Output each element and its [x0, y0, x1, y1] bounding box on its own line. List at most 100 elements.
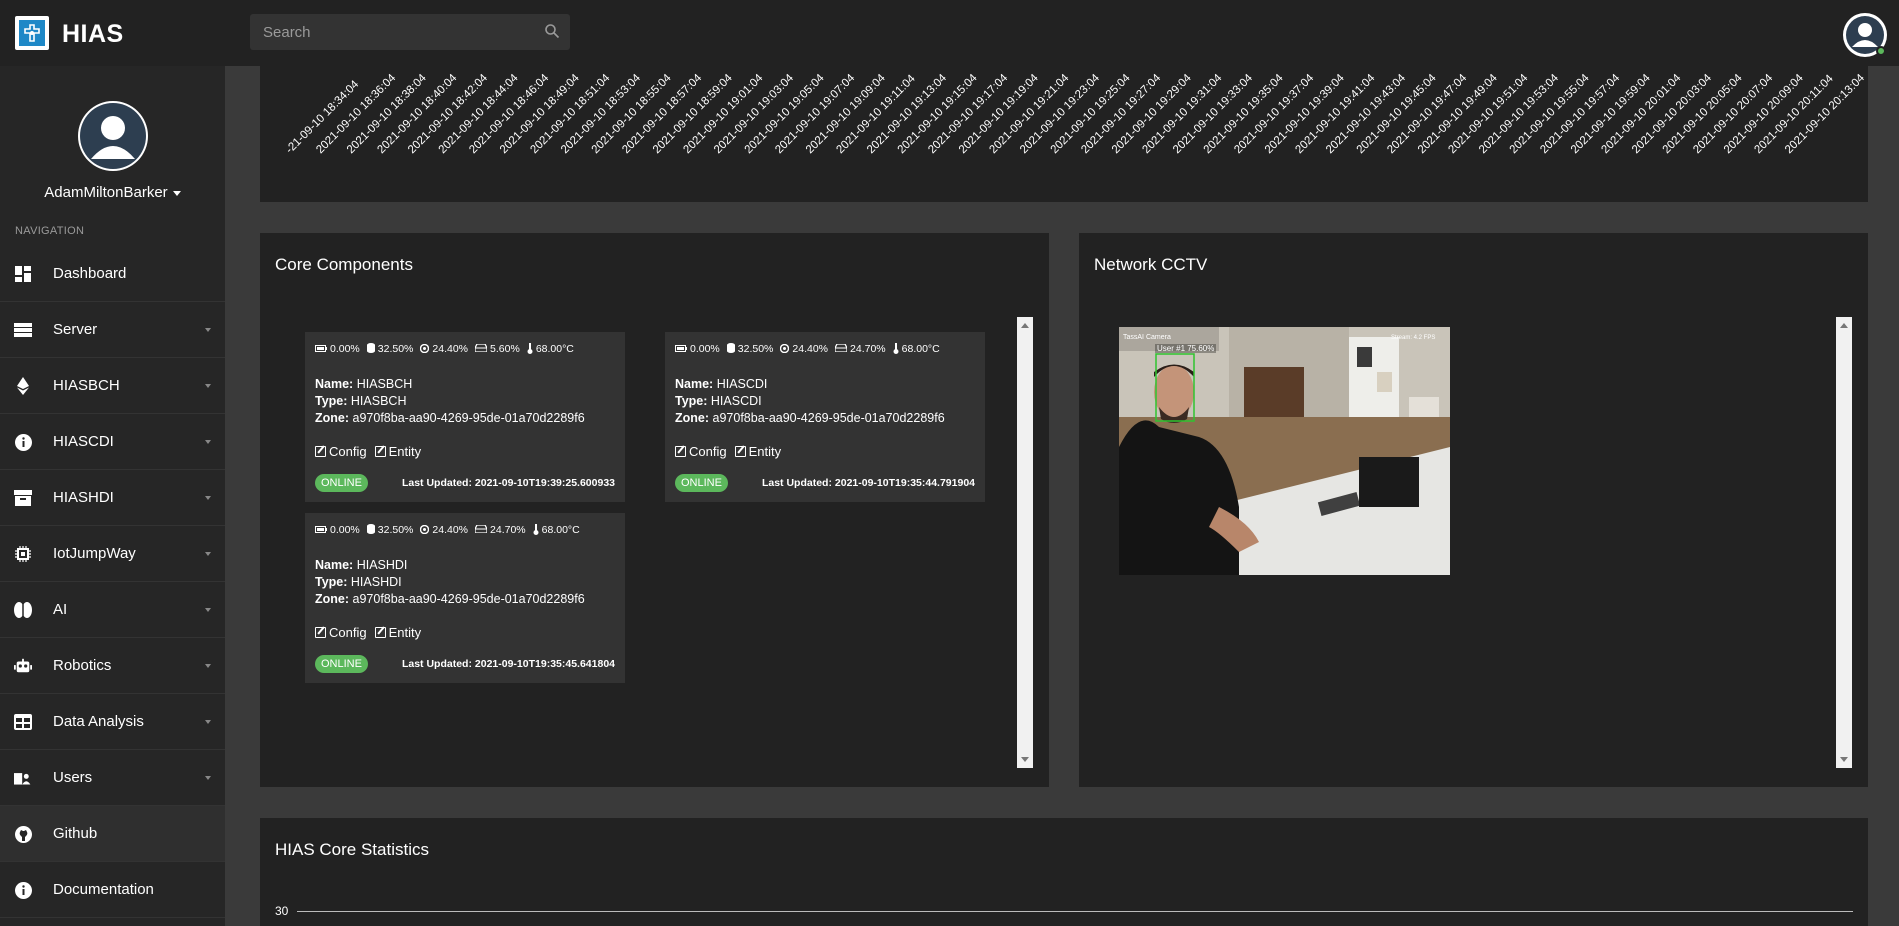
sidebar-item-label: HIASCDI — [53, 433, 114, 450]
thermometer-icon — [527, 342, 533, 356]
cpu-value: 32.50% — [377, 524, 414, 536]
entity-link[interactable]: Entity — [374, 625, 422, 640]
server-icon — [14, 321, 32, 339]
component-card-hiascdi: 0.00% 32.50% 24.40% 24.70% 68.00°C Name:… — [665, 332, 985, 502]
scroll-up-icon[interactable] — [1840, 323, 1848, 328]
hdd-stat: 24.70% — [474, 524, 526, 536]
edit-icon — [315, 446, 326, 457]
scroll-up-icon[interactable] — [1021, 323, 1029, 328]
core-scrollbar[interactable] — [1017, 317, 1033, 768]
component-info: Name: HIASBCH Type: HIASBCH Zone: a970f8… — [315, 376, 615, 427]
sidebar-item-documentation[interactable]: Documentation — [0, 862, 225, 918]
sidebar-item-label: Users — [53, 769, 93, 786]
scroll-down-icon[interactable] — [1021, 757, 1029, 762]
zone-label: Zone: — [675, 411, 710, 425]
sidebar-item-label: IotJumpWay — [53, 545, 136, 562]
cctv-stream-image[interactable]: TassAI Camera User #1 75.60% Stream: 4.2… — [1119, 327, 1450, 575]
type-label: Type: — [315, 575, 348, 589]
hdd-icon — [474, 343, 488, 354]
last-updated: Last Updated: 2021-09-10T19:35:44.791904 — [761, 477, 975, 489]
robot-icon — [14, 657, 32, 675]
config-link[interactable]: Config — [315, 444, 367, 459]
gauge-icon — [780, 343, 790, 355]
type-label: Type: — [675, 394, 708, 408]
config-link[interactable]: Config — [315, 625, 367, 640]
timeline-axis-labels: -21-09-10 18:34:042021-09-10 18:36:04202… — [284, 72, 1868, 156]
sidebar-item-hiasbch[interactable]: HIASBCH — [0, 358, 225, 414]
config-label: Config — [689, 444, 727, 459]
entity-link[interactable]: Entity — [374, 444, 422, 459]
cpu-value: 32.50% — [377, 343, 414, 355]
memory-value: 24.40% — [432, 343, 469, 355]
panel-title: Core Components — [275, 255, 413, 274]
hias-logo-icon[interactable] — [15, 16, 49, 50]
sidebar-item-hiascdi[interactable]: HIASCDI — [0, 414, 225, 470]
sidebar-item-label: Documentation — [53, 881, 154, 898]
hdd-value: 24.70% — [490, 524, 526, 536]
online-status-dot — [1876, 46, 1886, 56]
edit-icon — [315, 627, 326, 638]
status-badge: ONLINE — [675, 474, 728, 492]
config-link[interactable]: Config — [675, 444, 727, 459]
battery-stat: 0.00% — [675, 343, 720, 355]
sidebar-item-iotjumpway[interactable]: IotJumpWay — [0, 526, 225, 582]
battery-icon — [675, 344, 687, 354]
entity-link[interactable]: Entity — [734, 444, 781, 459]
type-label: Type: — [315, 394, 348, 408]
sidebar-item-label: HIASHDI — [53, 489, 114, 506]
brain-icon — [14, 601, 32, 619]
database-icon — [366, 524, 375, 536]
cctv-scrollbar[interactable] — [1836, 317, 1852, 768]
component-info: Name: HIASHDI Type: HIASHDI Zone: a970f8… — [315, 557, 615, 608]
cpu-stat: 32.50% — [366, 524, 414, 536]
component-links: Config Entity — [675, 444, 975, 459]
search-icon[interactable] — [544, 23, 560, 44]
search-input[interactable] — [250, 14, 530, 50]
component-type: HIASCDI — [710, 394, 762, 408]
hdd-icon — [834, 343, 848, 354]
component-name: HIASBCH — [356, 377, 413, 391]
sidebar-item-github[interactable]: Github — [0, 806, 225, 862]
sidebar-item-hiashdi[interactable]: HIASHDI — [0, 470, 225, 526]
sidebar-item-label: Robotics — [53, 657, 112, 674]
last-updated: Last Updated: 2021-09-10T19:39:25.600933 — [401, 477, 615, 489]
entity-label: Entity — [388, 625, 422, 640]
component-type: HIASBCH — [350, 394, 407, 408]
component-card-hiashdi: 0.00% 32.50% 24.40% 24.70% 68.00°C Name:… — [305, 513, 625, 683]
component-name: HIASCDI — [716, 377, 768, 391]
zone-label: Zone: — [315, 411, 350, 425]
cctv-overlay-label: User #1 75.60% — [1155, 344, 1217, 353]
hdd-stat: 24.70% — [834, 343, 886, 355]
y-axis-tick-label: 30 — [275, 904, 289, 918]
battery-value: 0.00% — [330, 343, 360, 355]
sidebar-item-data-analysis[interactable]: Data Analysis — [0, 694, 225, 750]
component-stats: 0.00% 32.50% 24.40% 24.70% 68.00°C — [675, 342, 975, 356]
scroll-down-icon[interactable] — [1840, 757, 1848, 762]
component-zone: a970f8ba-aa90-4269-95de-01a70d2289f6 — [352, 411, 585, 425]
entity-label: Entity — [388, 444, 422, 459]
sidebar-item-dashboard[interactable]: Dashboard — [0, 246, 225, 302]
sidebar-item-server[interactable]: Server — [0, 302, 225, 358]
panel-title: Network CCTV — [1094, 255, 1208, 274]
chevron-down-icon — [205, 440, 211, 444]
timeline-panel: -21-09-10 18:34:04 2021-09-10 18:36:04 202… — [260, 66, 1868, 202]
sidebar-item-users[interactable]: Users — [0, 750, 225, 806]
sidebar: AdamMiltonBarker NAVIGATION Dashboard Se… — [0, 66, 225, 926]
user-menu[interactable]: AdamMiltonBarker — [0, 184, 225, 201]
temperature-stat: 68.00°C — [533, 523, 580, 537]
component-stats: 0.00% 32.50% 24.40% 24.70% 68.00°C — [315, 523, 615, 537]
cctv-stream-label: Stream: 4.2 FPS — [1391, 335, 1436, 341]
username-label: AdamMiltonBarker — [44, 184, 168, 201]
chip-icon — [14, 545, 32, 563]
zone-label: Zone: — [315, 592, 350, 606]
sidebar-item-ai[interactable]: AI — [0, 582, 225, 638]
archive-icon — [14, 489, 32, 507]
hdd-value: 24.70% — [850, 343, 886, 355]
core-statistics-panel: HIAS Core Statistics 30 — [260, 818, 1868, 926]
brand-name[interactable]: HIAS — [62, 20, 124, 49]
temperature-stat: 68.00°C — [893, 342, 940, 356]
profile-avatar-icon[interactable] — [78, 101, 148, 171]
sidebar-item-robotics[interactable]: Robotics — [0, 638, 225, 694]
temperature-value: 68.00°C — [901, 343, 940, 355]
component-zone: a970f8ba-aa90-4269-95de-01a70d2289f6 — [352, 592, 585, 606]
